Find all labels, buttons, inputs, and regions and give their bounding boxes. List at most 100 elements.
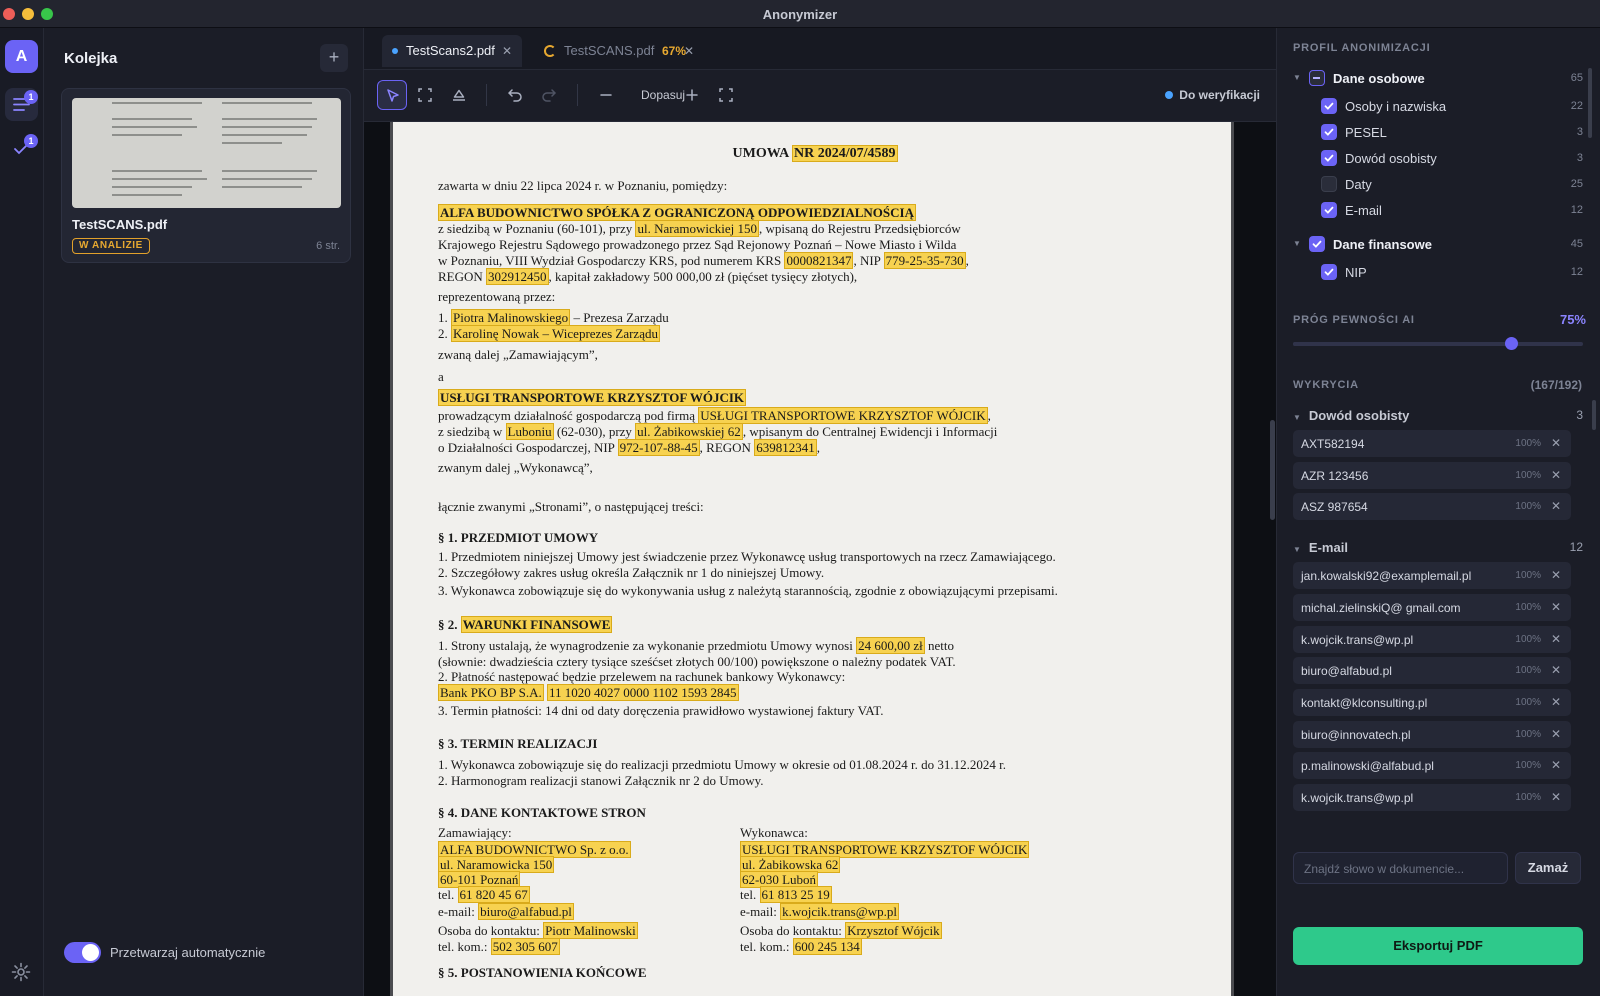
add-file-button[interactable]: +: [320, 44, 348, 72]
tab-testscans[interactable]: TestSCANS.pdf 67% ✕: [534, 35, 704, 67]
highlight[interactable]: Luboniu: [505, 423, 554, 440]
detection-item[interactable]: michal.zielinskiQ@ gmail.com 100% ✕: [1293, 593, 1571, 621]
profile-group-1[interactable]: ▼ Dane finansowe 45: [1293, 234, 1583, 256]
detection-item[interactable]: kontakt@klconsulting.pl 100% ✕: [1293, 688, 1571, 716]
profile-item[interactable]: Dowód osobisty 3: [1293, 148, 1583, 170]
detection-item[interactable]: k.wojcik.trans@wp.pl 100% ✕: [1293, 625, 1571, 653]
profile-group-0[interactable]: ▼ Dane osobowe 65: [1293, 68, 1583, 90]
tab-testscans2[interactable]: TestScans2.pdf ✕: [382, 35, 522, 67]
detection-item[interactable]: ASZ 987654 100% ✕: [1293, 493, 1571, 521]
highlight[interactable]: USŁUGI TRANSPORTOWE KRZYSZTOF WÓJCIK: [698, 407, 988, 424]
profile-item[interactable]: Daty 25: [1293, 174, 1583, 196]
avatar[interactable]: A: [5, 40, 38, 73]
detection-group-1[interactable]: ▼ E-mail 12: [1293, 540, 1583, 560]
highlight[interactable]: 0000821347: [784, 252, 854, 269]
close-tab-icon[interactable]: ✕: [684, 35, 694, 67]
document-canvas[interactable]: UMOWA NR 2024/07/4589 zawarta w dniu 22 …: [364, 122, 1276, 996]
highlight[interactable]: 779-25-35-730: [883, 252, 966, 269]
highlight[interactable]: WARUNKI FINANSOWE: [460, 616, 613, 633]
highlight[interactable]: Bank PKO BP S.A.: [438, 684, 544, 701]
document-line: e-mail: k.wojcik.trans@wp.pl: [740, 903, 899, 920]
highlight[interactable]: Krzysztof Wójcik: [845, 922, 942, 939]
profile-item[interactable]: E-mail 12: [1293, 200, 1583, 222]
remove-detection-icon[interactable]: ✕: [1551, 758, 1561, 772]
ai-threshold-slider[interactable]: [1293, 337, 1583, 350]
queue-nav-button[interactable]: 1: [5, 88, 38, 121]
item-checkbox[interactable]: [1321, 264, 1337, 280]
group-checkbox[interactable]: [1309, 236, 1325, 252]
zoom-out-button[interactable]: [591, 80, 621, 110]
detections-scrollbar[interactable]: [1592, 400, 1596, 430]
highlight[interactable]: ALFA BUDOWNICTWO SPÓŁKA Z OGRANICZONĄ OD…: [438, 204, 916, 221]
remove-detection-icon[interactable]: ✕: [1551, 790, 1561, 804]
highlight[interactable]: 639812341: [754, 439, 817, 456]
detection-item[interactable]: biuro@alfabud.pl 100% ✕: [1293, 657, 1571, 685]
select-tool-button[interactable]: [377, 80, 407, 110]
highlight[interactable]: 24 600,00 zł: [856, 637, 925, 654]
detection-item[interactable]: k.wojcik.trans@wp.pl 100% ✕: [1293, 784, 1571, 811]
group-checkbox[interactable]: [1309, 70, 1325, 86]
highlight[interactable]: 61 820 45 67: [457, 886, 530, 903]
chevron-down-icon[interactable]: ▼: [1293, 239, 1301, 248]
detection-item[interactable]: jan.kowalski92@examplemail.pl 100% ✕: [1293, 562, 1571, 590]
gear-icon[interactable]: [11, 962, 31, 982]
detection-item[interactable]: AZR 123456 100% ✕: [1293, 461, 1571, 489]
ai-threshold-heading: PRÓG PEWNOŚCI AI: [1293, 314, 1415, 326]
remove-detection-icon[interactable]: ✕: [1551, 663, 1561, 677]
zoom-in-button[interactable]: [677, 80, 707, 110]
queue-file-card[interactable]: TestSCANS.pdf W ANALIZIE 6 str.: [61, 88, 351, 263]
highlight[interactable]: Piotr Malinowski: [543, 922, 638, 939]
remove-detection-icon[interactable]: ✕: [1551, 600, 1561, 614]
remove-detection-icon[interactable]: ✕: [1551, 632, 1561, 646]
document-search-input[interactable]: Znajdź słowo w dokumencie...: [1293, 852, 1508, 884]
item-checkbox[interactable]: [1321, 150, 1337, 166]
highlight[interactable]: 502 305 607: [490, 938, 560, 955]
remove-detection-icon[interactable]: ✕: [1551, 436, 1561, 450]
item-checkbox[interactable]: [1321, 98, 1337, 114]
auto-process-toggle[interactable]: [64, 942, 101, 963]
item-checkbox[interactable]: [1321, 124, 1337, 140]
profile-item[interactable]: Osoby i nazwiska 22: [1293, 96, 1583, 118]
remove-detection-icon[interactable]: ✕: [1551, 468, 1561, 482]
detection-item[interactable]: AXT582194 100% ✕: [1293, 430, 1571, 457]
detection-group-0[interactable]: ▼ Dowód osobisty 3: [1293, 408, 1583, 428]
detection-item[interactable]: biuro@innovatech.pl 100% ✕: [1293, 720, 1571, 748]
done-nav-button[interactable]: 1: [5, 132, 38, 165]
export-pdf-button[interactable]: Eksportuj PDF: [1293, 927, 1583, 965]
close-tab-icon[interactable]: ✕: [502, 35, 512, 67]
chevron-down-icon[interactable]: ▼: [1293, 413, 1301, 422]
highlight[interactable]: 11 1020 4027 0000 1102 1593 2845: [546, 684, 739, 701]
undo-button[interactable]: [500, 80, 530, 110]
highlight[interactable]: 61 813 25 19: [759, 886, 832, 903]
item-checkbox[interactable]: [1321, 202, 1337, 218]
highlight[interactable]: biuro@alfabud.pl: [478, 903, 574, 920]
eraser-tool-button[interactable]: [444, 80, 474, 110]
remove-detection-icon[interactable]: ✕: [1551, 499, 1561, 513]
remove-detection-icon[interactable]: ✕: [1551, 695, 1561, 709]
chevron-down-icon[interactable]: ▼: [1293, 73, 1301, 82]
fullscreen-button[interactable]: [711, 80, 741, 110]
highlight[interactable]: 302912450: [486, 268, 549, 285]
remove-detection-icon[interactable]: ✕: [1551, 727, 1561, 741]
slider-thumb[interactable]: [1504, 337, 1518, 350]
highlight[interactable]: USŁUGI TRANSPORTOWE KRZYSZTOF WÓJCIK: [438, 389, 747, 406]
redo-button[interactable]: [534, 80, 564, 110]
highlight[interactable]: ul. Naramowickiej 150: [635, 220, 759, 237]
chevron-down-icon[interactable]: ▼: [1293, 545, 1301, 554]
profile-item[interactable]: NIP 12: [1293, 262, 1583, 284]
highlight[interactable]: 972-107-88-45: [617, 439, 700, 456]
highlight[interactable]: Piotra Malinowskiego: [451, 309, 571, 326]
highlight[interactable]: NR 2024/07/4589: [792, 145, 898, 162]
item-checkbox[interactable]: [1321, 176, 1337, 192]
highlight[interactable]: 600 245 134: [792, 938, 862, 955]
remove-detection-icon[interactable]: ✕: [1551, 568, 1561, 582]
redact-button[interactable]: Zamaż: [1515, 852, 1581, 884]
profile-item[interactable]: PESEL 3: [1293, 122, 1583, 144]
detection-item[interactable]: p.malinowski@alfabud.pl 100% ✕: [1293, 752, 1571, 780]
profile-scrollbar[interactable]: [1588, 68, 1592, 138]
highlight[interactable]: ul. Żabikowskiej 62: [635, 423, 743, 440]
highlight[interactable]: k.wojcik.trans@wp.pl: [780, 903, 899, 920]
canvas-scrollbar[interactable]: [1270, 420, 1275, 520]
area-tool-button[interactable]: [410, 80, 440, 110]
highlight[interactable]: Karolinę Nowak – Wiceprezes Zarządu: [451, 325, 660, 342]
